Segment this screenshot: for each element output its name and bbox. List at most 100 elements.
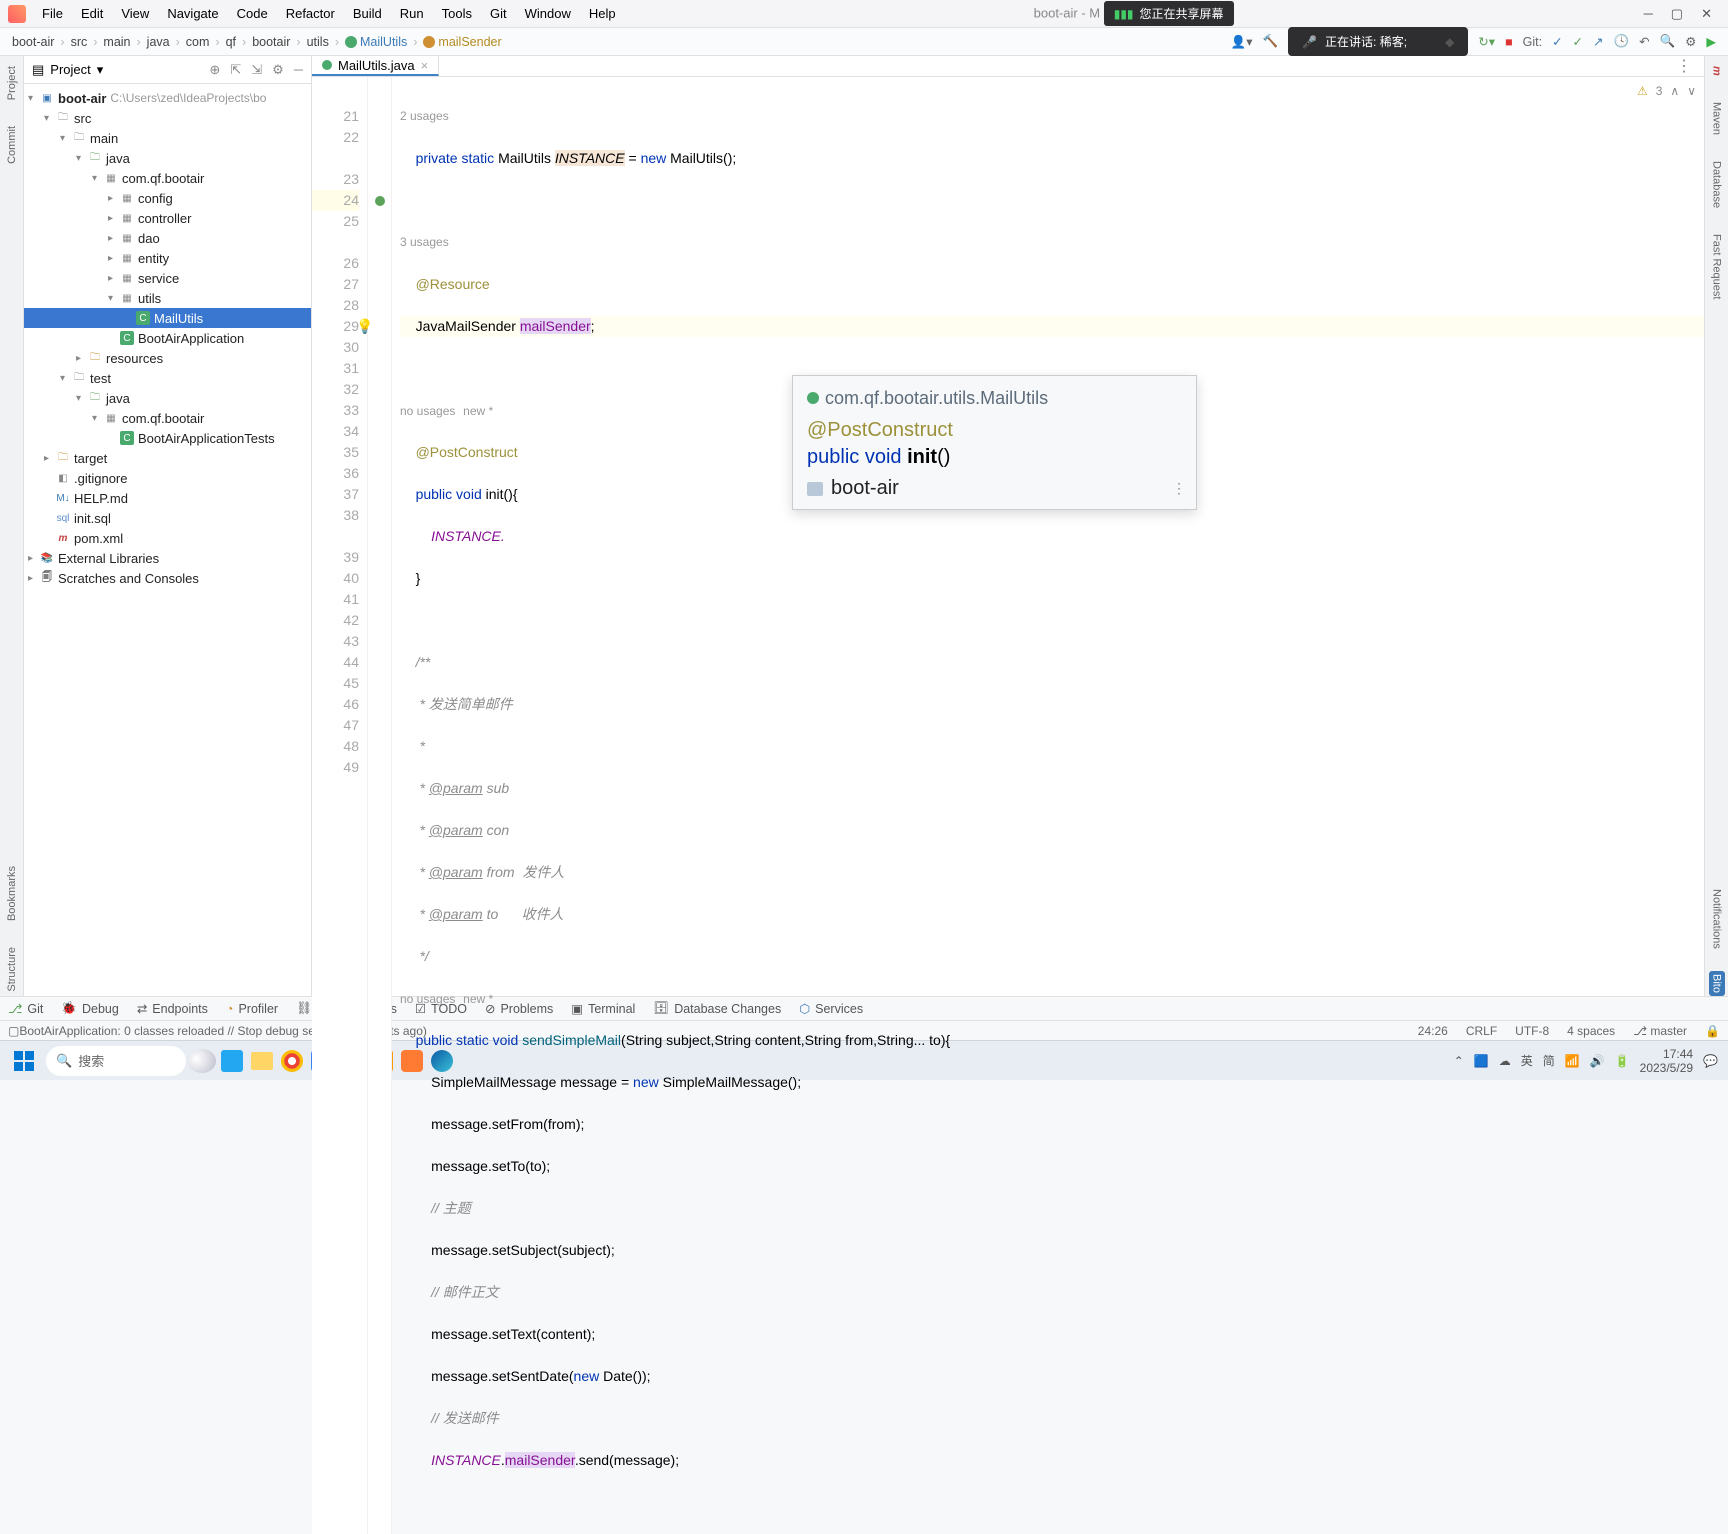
- editor-tabs: MailUtils.java × ⋮: [312, 56, 1704, 77]
- maven-label[interactable]: Maven: [1709, 98, 1725, 139]
- git-tool-button[interactable]: ⎇Git: [8, 1001, 43, 1016]
- code-editor[interactable]: 2122 2324 2526 272829 303132 333435 3637…: [312, 77, 1704, 1534]
- crumb-src[interactable]: src: [71, 35, 88, 49]
- spring-bean-icon[interactable]: [375, 196, 385, 206]
- endpoints-icon: ⇄: [137, 1001, 147, 1016]
- main-menu: File Edit View Navigate Code Refactor Bu…: [34, 2, 624, 25]
- git-push-icon[interactable]: ↗: [1593, 34, 1603, 49]
- notifications-tool-button[interactable]: Notifications: [1709, 885, 1725, 953]
- git-rollback-icon[interactable]: ↶: [1639, 34, 1649, 49]
- menu-tools[interactable]: Tools: [434, 2, 480, 25]
- crumb-qf[interactable]: qf: [226, 35, 236, 49]
- class-icon: [345, 36, 357, 48]
- menu-edit[interactable]: Edit: [73, 2, 111, 25]
- rerun-icon[interactable]: ↻▾: [1478, 34, 1495, 49]
- project-tool-button[interactable]: Project: [4, 62, 20, 104]
- database-tool-button[interactable]: Database: [1709, 157, 1725, 212]
- search-icon[interactable]: 🔍: [1660, 34, 1676, 49]
- mic-icon: 🎤: [1302, 35, 1317, 49]
- start-button[interactable]: [4, 1045, 44, 1077]
- tab-options-icon[interactable]: ⋮: [1664, 56, 1704, 76]
- code-content[interactable]: 2 usages private static MailUtils INSTAN…: [392, 77, 1704, 1534]
- package-icon: ▦: [120, 291, 134, 305]
- project-title[interactable]: Project: [50, 62, 90, 77]
- menu-help[interactable]: Help: [581, 2, 624, 25]
- taskbar-search[interactable]: 🔍搜索: [46, 1046, 186, 1076]
- maven-tool-button[interactable]: m: [1709, 62, 1725, 80]
- crumb-class[interactable]: MailUtils: [345, 35, 407, 49]
- settings-gear-icon[interactable]: ⚙: [272, 62, 284, 78]
- git-update-icon[interactable]: ✓: [1552, 34, 1562, 49]
- doc-options-icon[interactable]: ⋮: [1172, 478, 1186, 499]
- profiler-tool-button[interactable]: ◔Profiler: [226, 1002, 278, 1016]
- menu-refactor[interactable]: Refactor: [278, 2, 343, 25]
- maximize-button[interactable]: ▢: [1671, 6, 1683, 22]
- profiler-icon: ◔: [226, 1002, 234, 1016]
- bito-tool-button[interactable]: Bito: [1709, 971, 1725, 996]
- taskbar-chrome[interactable]: [278, 1047, 306, 1075]
- intention-bulb-icon[interactable]: 💡: [356, 316, 373, 337]
- scratches-icon: 🗐: [40, 571, 54, 585]
- dropdown-icon[interactable]: ▾: [97, 62, 104, 78]
- tool-windows-icon[interactable]: ▢: [8, 1024, 19, 1038]
- package-icon: ▦: [104, 411, 118, 425]
- fast-request-tool-button[interactable]: Fast Request: [1709, 230, 1725, 303]
- close-tab-icon[interactable]: ×: [421, 58, 429, 73]
- git-commit-icon[interactable]: ✓: [1573, 34, 1583, 49]
- run-toolbar: 👤▾ 🔨: [1231, 34, 1278, 50]
- weather-widget[interactable]: [188, 1047, 216, 1075]
- crumb-root[interactable]: boot-air: [12, 35, 54, 49]
- hide-panel-icon[interactable]: ─: [294, 62, 303, 78]
- expand-all-icon[interactable]: ⇱: [230, 62, 241, 78]
- bookmarks-tool-button[interactable]: Bookmarks: [4, 862, 20, 925]
- speaker-close-icon[interactable]: ◆: [1445, 35, 1454, 49]
- crumb-com[interactable]: com: [186, 35, 210, 49]
- module-icon: ▣: [40, 91, 54, 105]
- source-folder-icon: 🗀: [88, 151, 102, 165]
- package-icon: ▦: [120, 271, 134, 285]
- minimize-button[interactable]: ─: [1644, 6, 1653, 22]
- crumb-main[interactable]: main: [103, 35, 130, 49]
- editor-tab[interactable]: MailUtils.java ×: [312, 56, 439, 76]
- menu-code[interactable]: Code: [229, 2, 276, 25]
- screen-share-badge[interactable]: ▮▮▮ 您正在共享屏幕: [1104, 1, 1234, 26]
- plugin-icon[interactable]: ▶: [1706, 34, 1716, 49]
- crumb-bootair[interactable]: bootair: [252, 35, 290, 49]
- git-history-icon[interactable]: 🕓: [1614, 34, 1630, 49]
- build-icon[interactable]: 🔨: [1263, 34, 1279, 49]
- structure-tool-button[interactable]: Structure: [4, 943, 20, 996]
- menu-run[interactable]: Run: [392, 2, 432, 25]
- readonly-lock-icon[interactable]: 🔒: [1705, 1024, 1720, 1038]
- stop-icon[interactable]: ■: [1505, 35, 1513, 49]
- settings-icon[interactable]: ⚙: [1685, 34, 1696, 49]
- project-icon: ▤: [32, 62, 44, 78]
- sql-icon: sql: [56, 511, 70, 525]
- menu-build[interactable]: Build: [345, 2, 390, 25]
- next-highlight-icon[interactable]: ∨: [1687, 81, 1696, 102]
- tree-item-selected[interactable]: CMailUtils: [24, 308, 311, 328]
- user-icon[interactable]: 👤▾: [1231, 34, 1253, 50]
- crumb-java[interactable]: java: [147, 35, 170, 49]
- taskbar-vscode[interactable]: [218, 1047, 246, 1075]
- gutter[interactable]: 2122 2324 2526 272829 303132 333435 3637…: [312, 77, 368, 1534]
- folder-icon: 🗀: [56, 111, 70, 125]
- crumb-utils[interactable]: utils: [307, 35, 329, 49]
- tray-notifications-icon[interactable]: 💬: [1703, 1054, 1718, 1068]
- taskbar-explorer[interactable]: [248, 1047, 276, 1075]
- endpoints-tool-button[interactable]: ⇄Endpoints: [137, 1001, 208, 1016]
- commit-tool-button[interactable]: Commit: [4, 122, 20, 168]
- menu-git[interactable]: Git: [482, 2, 515, 25]
- prev-highlight-icon[interactable]: ∧: [1670, 81, 1679, 102]
- crumb-field[interactable]: mailSender: [423, 35, 501, 49]
- menu-view[interactable]: View: [113, 2, 157, 25]
- project-tree[interactable]: ▾▣boot-airC:\Users\zed\IdeaProjects\bo ▾…: [24, 84, 311, 592]
- menu-window[interactable]: Window: [517, 2, 579, 25]
- gutter-markers[interactable]: [368, 77, 392, 1534]
- menu-file[interactable]: File: [34, 2, 71, 25]
- collapse-all-icon[interactable]: ⇲: [251, 62, 262, 78]
- inspection-widget[interactable]: ⚠3 ∧ ∨: [1637, 81, 1696, 102]
- debug-tool-button[interactable]: 🐞Debug: [61, 1001, 118, 1016]
- menu-navigate[interactable]: Navigate: [159, 2, 226, 25]
- select-open-file-icon[interactable]: ⊕: [209, 62, 220, 78]
- close-button[interactable]: ✕: [1701, 6, 1712, 22]
